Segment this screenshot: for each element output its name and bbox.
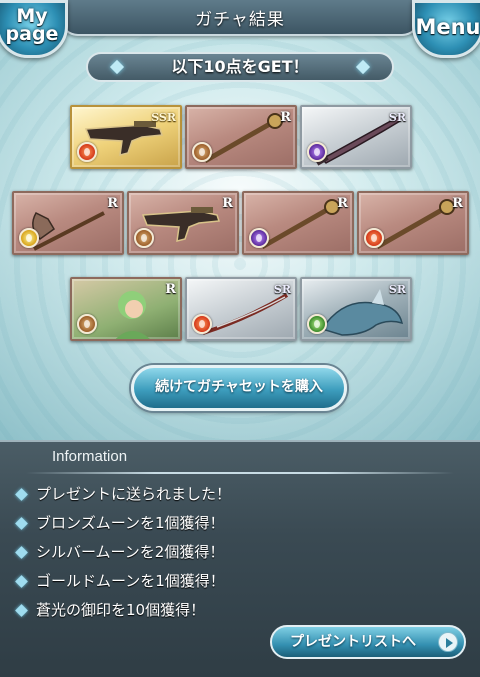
rarity-badge: SR [388, 283, 406, 296]
diamond-bullet-icon [15, 546, 28, 559]
fire-element-icon [192, 314, 212, 334]
item-card[interactable]: SR [300, 105, 412, 169]
banner-text: 以下10点をGET！ [171, 57, 309, 76]
fire-element-icon [77, 142, 97, 162]
rarity-badge: R [165, 282, 176, 297]
info-text: ゴールドムーンを1個獲得！ [36, 572, 225, 590]
diamond-bullet-icon [15, 517, 28, 530]
menu-label: Menu [415, 15, 480, 39]
menu-button[interactable]: Menu [412, 0, 480, 58]
diamond-bullet-icon [15, 488, 28, 501]
item-card[interactable]: SR [185, 277, 297, 341]
item-card[interactable]: SR [300, 277, 412, 341]
information-heading: Information [52, 448, 128, 465]
list-item: シルバームーンを2個獲得！ [14, 538, 231, 567]
item-card[interactable]: SSR [70, 105, 182, 169]
rarity-badge: R [107, 196, 118, 211]
present-button-label: プレゼントリストへ [290, 634, 416, 650]
rarity-badge: SR [388, 111, 406, 124]
diamond-bullet-icon [15, 575, 28, 588]
title-bar: ガチャ結果 [60, 0, 420, 36]
item-card[interactable]: R [127, 191, 239, 255]
list-item: ゴールドムーンを1個獲得！ [14, 567, 231, 596]
information-panel: Information プレゼントに送られました！ ブロンズムーンを1個獲得！ … [0, 440, 480, 677]
earth-element-icon [192, 142, 212, 162]
rarity-badge: SR [273, 283, 291, 296]
earth-element-icon [77, 314, 97, 334]
info-text: 蒼光の御印を10個獲得！ [36, 601, 206, 619]
info-text: プレゼントに送られました！ [36, 485, 232, 503]
wind-element-icon [307, 314, 327, 334]
dark-element-icon [307, 142, 327, 162]
list-item: 蒼光の御印を10個獲得！ [14, 596, 231, 625]
item-card[interactable]: R [12, 191, 124, 255]
diamond-bullet-icon [15, 604, 28, 617]
info-text: ブロンズムーンを1個獲得！ [36, 514, 225, 532]
gacha-result-stage: ガチャ結果 My page Menu 以下10点をGET！ SSR R SR R… [0, 0, 480, 440]
diamond-icon [355, 59, 371, 75]
rarity-badge: R [337, 196, 348, 211]
buy-gacha-set-button[interactable]: 続けてガチャセットを購入 [131, 365, 347, 411]
item-card[interactable]: R [185, 105, 297, 169]
info-text: シルバームーンを2個獲得！ [36, 543, 225, 561]
fire-element-icon [364, 228, 384, 248]
buy-button-label: 続けてガチャセットを購入 [155, 379, 323, 395]
item-card[interactable]: R [70, 277, 182, 341]
rarity-badge: R [452, 196, 463, 211]
rarity-badge: R [280, 110, 291, 125]
page-title: ガチャ結果 [195, 10, 285, 30]
result-banner: 以下10点をGET！ [86, 52, 394, 82]
item-card[interactable]: R [242, 191, 354, 255]
present-list-button[interactable]: プレゼントリストへ [270, 625, 466, 659]
list-item: ブロンズムーンを1個獲得！ [14, 509, 231, 538]
dark-element-icon [249, 228, 269, 248]
item-card[interactable]: R [357, 191, 469, 255]
information-list: プレゼントに送られました！ ブロンズムーンを1個獲得！ シルバームーンを2個獲得… [14, 480, 231, 625]
list-item: プレゼントに送られました！ [14, 480, 231, 509]
arrow-right-icon [438, 632, 458, 652]
diamond-icon [109, 59, 125, 75]
mypage-button[interactable]: My page [0, 0, 68, 58]
light-element-icon [19, 228, 39, 248]
rarity-badge: SSR [151, 111, 176, 124]
rarity-badge: R [222, 196, 233, 211]
divider [26, 472, 454, 474]
mypage-label: My page [5, 5, 59, 45]
earth-element-icon [134, 228, 154, 248]
